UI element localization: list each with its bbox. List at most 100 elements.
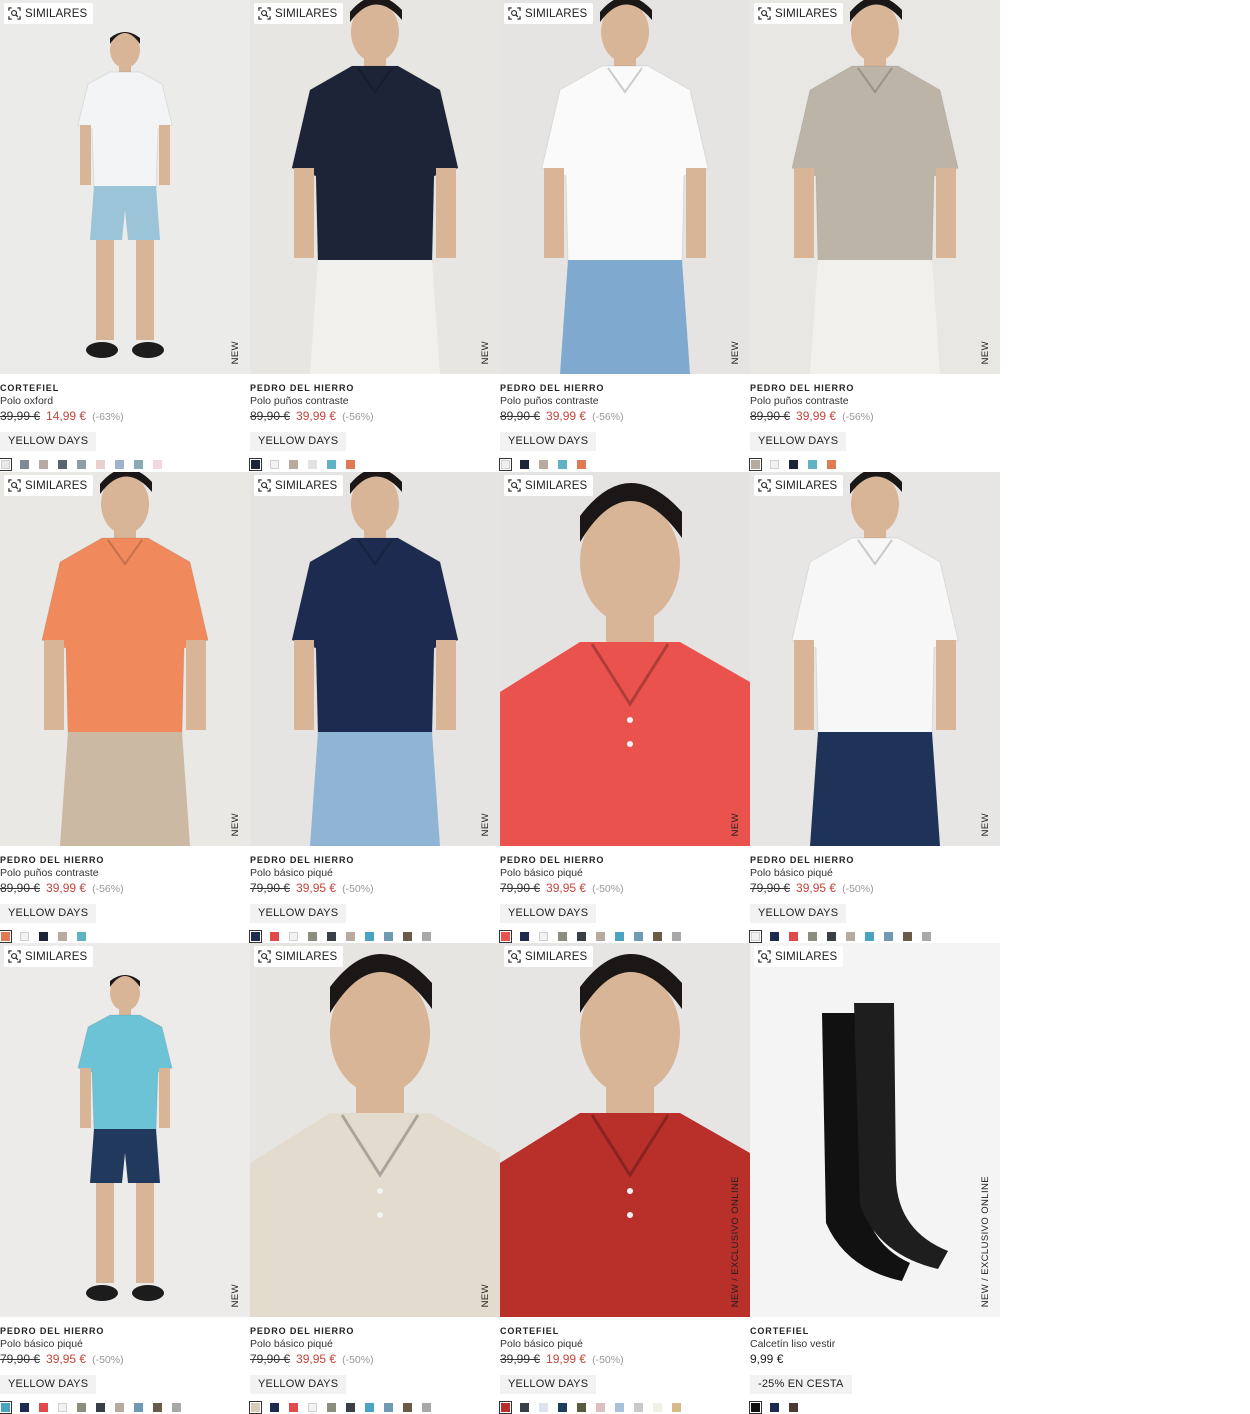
color-swatch[interactable] [327, 932, 336, 941]
color-swatch[interactable] [789, 932, 798, 941]
similares-button[interactable]: SIMILARES [754, 946, 844, 967]
color-swatch[interactable] [499, 458, 512, 471]
color-swatch[interactable] [289, 932, 298, 941]
product-card[interactable]: SIMILARES NEW / EXCLUSIVO ONLINE CORTEFIEL… [499, 943, 750, 1414]
product-card[interactable]: SIMILARES NEW PEDRO DEL HIERRO Polo básico … [749, 472, 1000, 943]
color-swatch[interactable] [365, 1403, 374, 1412]
product-card[interactable]: SIMILARES NEW PEDRO DEL HIERRO Polo básico … [249, 472, 500, 943]
color-swatch[interactable] [520, 932, 529, 941]
color-swatch[interactable] [422, 932, 431, 941]
product-name[interactable]: Polo básico piqué [250, 867, 500, 880]
color-swatch[interactable] [153, 460, 162, 469]
color-swatch[interactable] [20, 932, 29, 941]
color-swatch[interactable] [58, 1403, 67, 1412]
product-name[interactable]: Polo básico piqué [250, 1338, 500, 1351]
color-swatch[interactable] [539, 1403, 548, 1412]
similares-button[interactable]: SIMILARES [254, 3, 344, 24]
color-swatch[interactable] [270, 932, 279, 941]
color-swatch[interactable] [770, 1403, 779, 1412]
color-swatch[interactable] [653, 1403, 662, 1412]
color-swatch[interactable] [634, 1403, 643, 1412]
color-swatch[interactable] [615, 932, 624, 941]
color-swatch[interactable] [499, 930, 512, 943]
color-swatch[interactable] [770, 932, 779, 941]
color-swatch[interactable] [577, 1403, 586, 1412]
product-card[interactable]: SIMILARES NEW PEDRO DEL HIERRO Polo puños c… [249, 0, 500, 471]
color-swatch[interactable] [865, 932, 874, 941]
product-image[interactable]: SIMILARES NEW [750, 0, 1000, 374]
color-swatch[interactable] [789, 460, 798, 469]
color-swatch[interactable] [96, 460, 105, 469]
color-swatch[interactable] [749, 458, 762, 471]
color-swatch[interactable] [577, 460, 586, 469]
color-swatch[interactable] [520, 1403, 529, 1412]
color-swatch[interactable] [884, 932, 893, 941]
product-card[interactable]: SIMILARES NEW PEDRO DEL HIERRO Polo básico … [249, 943, 500, 1414]
color-swatch[interactable] [0, 930, 12, 943]
color-swatch[interactable] [289, 460, 298, 469]
color-swatch[interactable] [403, 1403, 412, 1412]
product-name[interactable]: Polo puños contraste [500, 395, 750, 408]
color-swatch[interactable] [808, 460, 817, 469]
color-swatch[interactable] [270, 1403, 279, 1412]
product-card[interactable]: SIMILARES NEW PEDRO DEL HIERRO Polo puños c… [499, 0, 750, 471]
product-card[interactable]: SIMILARES NEW PEDRO DEL HIERRO Polo puños c… [0, 472, 250, 943]
color-swatch[interactable] [634, 932, 643, 941]
color-swatch[interactable] [115, 1403, 124, 1412]
color-swatch[interactable] [577, 932, 586, 941]
color-swatch[interactable] [539, 932, 548, 941]
color-swatch[interactable] [77, 932, 86, 941]
color-swatch[interactable] [308, 460, 317, 469]
product-name[interactable]: Polo básico piqué [750, 867, 1000, 880]
color-swatch[interactable] [384, 932, 393, 941]
color-swatch[interactable] [58, 460, 67, 469]
color-swatch[interactable] [134, 1403, 143, 1412]
color-swatch[interactable] [327, 1403, 336, 1412]
product-image[interactable]: SIMILARES NEW / EXCLUSIVO ONLINE [750, 943, 1000, 1317]
product-name[interactable]: Calcetín liso vestir [750, 1338, 1000, 1351]
color-swatch[interactable] [58, 932, 67, 941]
product-card[interactable]: SIMILARES NEW PEDRO DEL HIERRO Polo básico … [499, 472, 750, 943]
color-swatch[interactable] [39, 460, 48, 469]
color-swatch[interactable] [558, 1403, 567, 1412]
color-swatch[interactable] [672, 1403, 681, 1412]
similares-button[interactable]: SIMILARES [754, 475, 844, 496]
color-swatch[interactable] [672, 932, 681, 941]
product-name[interactable]: Polo oxford [0, 395, 250, 408]
color-swatch[interactable] [346, 460, 355, 469]
product-card[interactable]: SIMILARES NEW / EXCLUSIVO ONLINE CORTEFIEL… [749, 943, 1000, 1414]
color-swatch[interactable] [39, 1403, 48, 1412]
color-swatch[interactable] [827, 932, 836, 941]
color-swatch[interactable] [922, 932, 931, 941]
color-swatch[interactable] [596, 1403, 605, 1412]
color-swatch[interactable] [789, 1403, 798, 1412]
similares-button[interactable]: SIMILARES [4, 3, 94, 24]
product-name[interactable]: Polo puños contraste [750, 395, 1000, 408]
product-card[interactable]: SIMILARES NEW PEDRO DEL HIERRO Polo básico … [0, 943, 250, 1414]
color-swatch[interactable] [749, 1401, 762, 1414]
color-swatch[interactable] [365, 932, 374, 941]
product-image[interactable]: SIMILARES NEW / EXCLUSIVO ONLINE [500, 943, 750, 1317]
color-swatch[interactable] [249, 1401, 262, 1414]
color-swatch[interactable] [0, 1401, 12, 1414]
color-swatch[interactable] [77, 1403, 86, 1412]
color-swatch[interactable] [770, 460, 779, 469]
color-swatch[interactable] [422, 1403, 431, 1412]
color-swatch[interactable] [749, 930, 762, 943]
product-image[interactable]: SIMILARES NEW [0, 472, 250, 846]
product-image[interactable]: SIMILARES NEW [0, 943, 250, 1317]
similares-button[interactable]: SIMILARES [504, 946, 594, 967]
similares-button[interactable]: SIMILARES [504, 3, 594, 24]
similares-button[interactable]: SIMILARES [504, 475, 594, 496]
color-swatch[interactable] [903, 932, 912, 941]
color-swatch[interactable] [134, 460, 143, 469]
product-name[interactable]: Polo básico piqué [0, 1338, 250, 1351]
product-image[interactable]: SIMILARES NEW [0, 0, 250, 374]
product-name[interactable]: Polo básico piqué [500, 867, 750, 880]
color-swatch[interactable] [289, 1403, 298, 1412]
color-swatch[interactable] [808, 932, 817, 941]
product-image[interactable]: SIMILARES NEW [500, 472, 750, 846]
product-card[interactable]: SIMILARES NEW PEDRO DEL HIERRO Polo puños c… [749, 0, 1000, 471]
color-swatch[interactable] [20, 1403, 29, 1412]
color-swatch[interactable] [558, 932, 567, 941]
